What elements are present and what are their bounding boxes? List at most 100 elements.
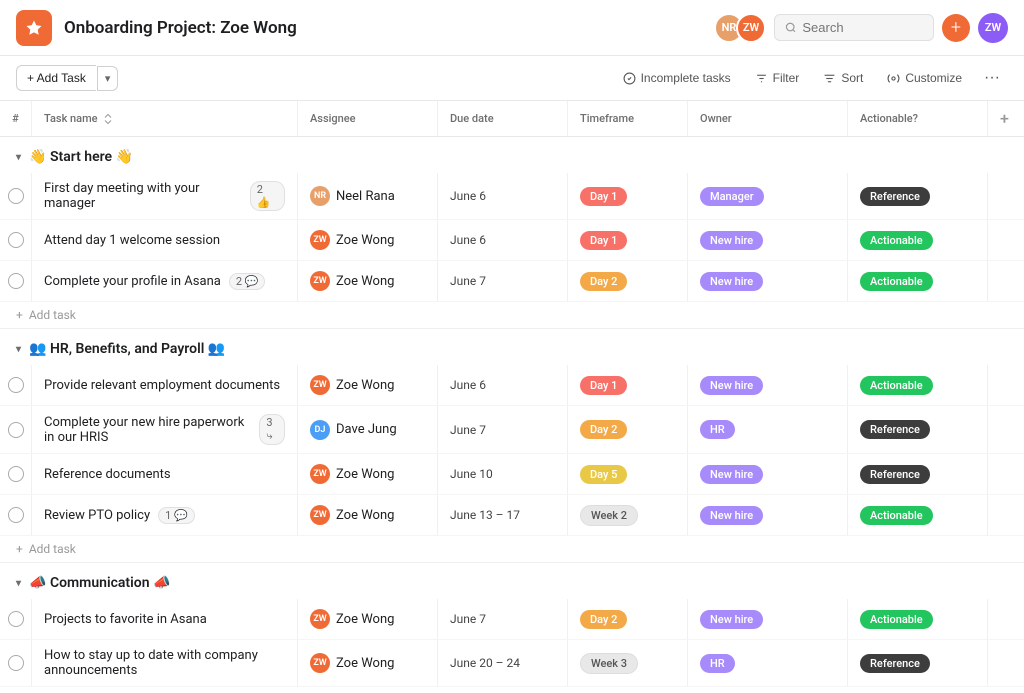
task-actionable-col: Actionable [848, 365, 988, 405]
task-name-col[interactable]: Complete your profile in Asana 2 💬 [32, 261, 298, 301]
section-add-task-communication[interactable]: +Add task [0, 687, 1024, 693]
task-actionable-col: Actionable [848, 261, 988, 301]
task-name-col[interactable]: Provide relevant employment documents [32, 365, 298, 405]
task-timeframe-col: Day 1 [568, 220, 688, 260]
task-assignee-col[interactable]: ZW Zoe Wong [298, 640, 438, 686]
th-task-name[interactable]: Task name [32, 101, 298, 136]
timeframe-badge: Week 2 [580, 505, 638, 526]
task-name-col[interactable]: Reference documents [32, 454, 298, 494]
task-owner-col: New hire [688, 495, 848, 535]
task-name-col[interactable]: Projects to favorite in Asana [32, 599, 298, 639]
add-task-button[interactable]: + Add Task [16, 65, 96, 91]
task-checkbox-col[interactable] [0, 261, 32, 301]
task-assignee-col[interactable]: ZW Zoe Wong [298, 261, 438, 301]
task-name-col[interactable]: Attend day 1 welcome session [32, 220, 298, 260]
task-circle[interactable] [8, 273, 24, 289]
assignee-avatar: DJ [310, 420, 330, 440]
task-circle[interactable] [8, 507, 24, 523]
th-owner: Owner [688, 101, 848, 136]
task-circle[interactable] [8, 422, 24, 438]
task-due-col: June 13 – 17 [438, 495, 568, 535]
task-timeframe-col: Day 2 [568, 599, 688, 639]
incomplete-tasks-button[interactable]: Incomplete tasks [613, 66, 741, 90]
section-header-hr-benefits[interactable]: ▾👥 HR, Benefits, and Payroll 👥 [0, 329, 1024, 365]
task-circle[interactable] [8, 232, 24, 248]
sort-button[interactable]: Sort [813, 66, 873, 90]
task-actionable-col: Reference [848, 454, 988, 494]
table-row: Provide relevant employment documents ZW… [0, 365, 1024, 406]
section-header-communication[interactable]: ▾📣 Communication 📣 [0, 563, 1024, 599]
task-extra-col [988, 173, 1024, 219]
table-row: Complete your new hire paperwork in our … [0, 406, 1024, 454]
user-avatar[interactable]: ZW [978, 13, 1008, 43]
task-circle[interactable] [8, 466, 24, 482]
task-checkbox-col[interactable] [0, 173, 32, 219]
task-owner-col: HR [688, 406, 848, 453]
add-button[interactable]: + [942, 14, 970, 42]
task-extra-col [988, 454, 1024, 494]
due-date: June 10 [450, 467, 493, 481]
assignee-avatar: ZW [310, 609, 330, 629]
task-assignee-col[interactable]: ZW Zoe Wong [298, 599, 438, 639]
add-column-icon[interactable]: + [1000, 109, 1009, 128]
task-checkbox-col[interactable] [0, 454, 32, 494]
table-body: ▾👋 Start here 👋 First day meeting with y… [0, 137, 1024, 693]
due-date: June 6 [450, 378, 486, 392]
avatar-2[interactable]: ZW [736, 13, 766, 43]
filter-label: Filter [773, 71, 800, 85]
task-circle[interactable] [8, 611, 24, 627]
task-name-col[interactable]: Review PTO policy 1 💬 [32, 495, 298, 535]
task-assignee-col[interactable]: DJ Dave Jung [298, 406, 438, 453]
task-assignee-col[interactable]: ZW Zoe Wong [298, 220, 438, 260]
task-name-col[interactable]: Complete your new hire paperwork in our … [32, 406, 298, 453]
section-title-start-here: 👋 Start here 👋 [29, 149, 133, 165]
task-timeframe-col: Day 1 [568, 173, 688, 219]
timeframe-badge: Day 1 [580, 376, 627, 395]
task-circle[interactable] [8, 377, 24, 393]
task-owner-col: New hire [688, 454, 848, 494]
assignee-avatar: ZW [310, 653, 330, 673]
task-checkbox-col[interactable] [0, 599, 32, 639]
section-header-start-here[interactable]: ▾👋 Start here 👋 [0, 137, 1024, 173]
app-icon [16, 10, 52, 46]
actionable-badge: Reference [860, 465, 930, 484]
table-row: Complete your profile in Asana 2 💬 ZW Zo… [0, 261, 1024, 302]
task-name-col[interactable]: How to stay up to date with company anno… [32, 640, 298, 686]
owner-badge: New hire [700, 610, 763, 629]
task-assignee-col[interactable]: ZW Zoe Wong [298, 454, 438, 494]
owner-badge: New hire [700, 465, 763, 484]
task-assignee-col[interactable]: NR Neel Rana [298, 173, 438, 219]
add-task-group: + Add Task ▾ [16, 65, 118, 91]
th-actionable: Actionable? [848, 101, 988, 136]
task-due-col: June 6 [438, 173, 568, 219]
assignee-cell: ZW Zoe Wong [310, 609, 394, 629]
task-assignee-col[interactable]: ZW Zoe Wong [298, 365, 438, 405]
task-checkbox-col[interactable] [0, 495, 32, 535]
task-checkbox-col[interactable] [0, 406, 32, 453]
filter-button[interactable]: Filter [745, 66, 810, 90]
task-checkbox-col[interactable] [0, 640, 32, 686]
th-add-col[interactable]: + [988, 101, 1024, 136]
add-task-caret[interactable]: ▾ [97, 66, 119, 91]
timeframe-badge: Day 2 [580, 610, 627, 629]
task-timeframe-col: Week 3 [568, 640, 688, 686]
task-checkbox-col[interactable] [0, 365, 32, 405]
more-button[interactable]: ··· [976, 64, 1008, 92]
section-add-task-start-here[interactable]: +Add task [0, 302, 1024, 328]
owner-badge: New hire [700, 376, 763, 395]
table-row: Attend day 1 welcome session ZW Zoe Wong… [0, 220, 1024, 261]
task-assignee-col[interactable]: ZW Zoe Wong [298, 495, 438, 535]
table-row: Reference documents ZW Zoe Wong June 10 … [0, 454, 1024, 495]
assignee-avatar: NR [310, 186, 330, 206]
owner-badge: New hire [700, 506, 763, 525]
task-circle[interactable] [8, 655, 24, 671]
customize-button[interactable]: Customize [877, 66, 972, 90]
task-owner-col: HR [688, 640, 848, 686]
section-add-task-hr-benefits[interactable]: +Add task [0, 536, 1024, 562]
search-box[interactable] [774, 14, 934, 41]
task-name-col[interactable]: First day meeting with your manager 2 👍 [32, 173, 298, 219]
search-input[interactable] [802, 20, 923, 35]
task-checkbox-col[interactable] [0, 220, 32, 260]
task-circle[interactable] [8, 188, 24, 204]
task-timeframe-col: Week 2 [568, 495, 688, 535]
